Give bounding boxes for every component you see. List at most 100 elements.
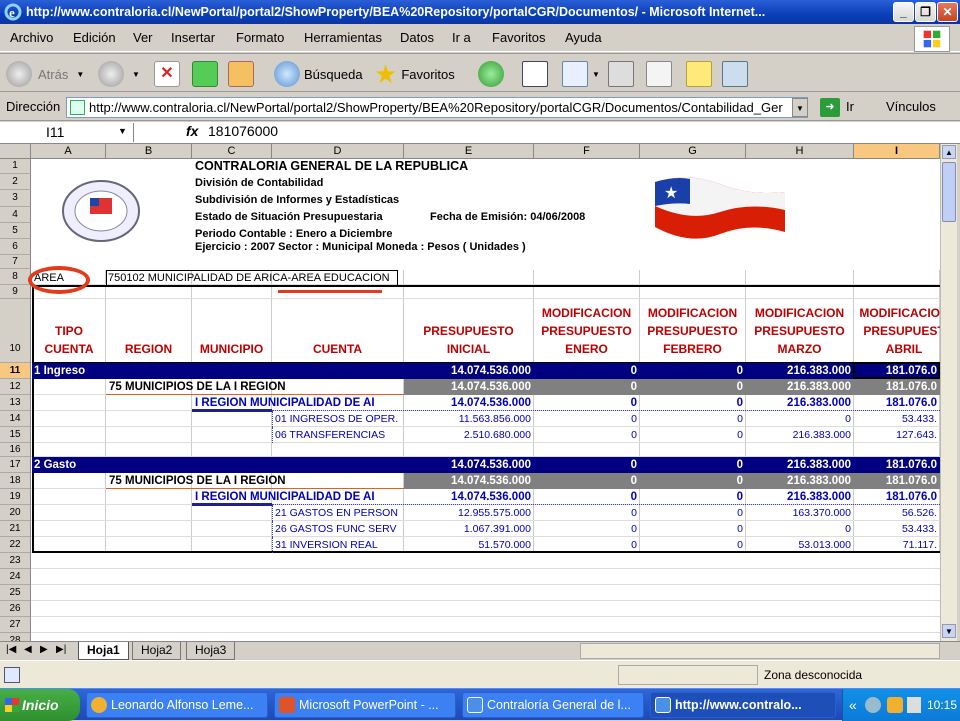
cell-d15[interactable]: 06 TRANSFERENCIAS	[272, 427, 404, 443]
cell-h15[interactable]: 216.383.000	[746, 427, 854, 443]
column-header-b[interactable]: B	[106, 144, 192, 159]
forward-button[interactable]: ▼	[98, 59, 140, 89]
cell-b12[interactable]: 75 MUNICIPIOS DE LA I REGION	[106, 379, 404, 395]
scroll-up-button[interactable]: ▲	[942, 145, 956, 159]
column-header-f[interactable]: F	[534, 144, 640, 159]
cell-h18[interactable]: 216.383.000	[746, 473, 854, 489]
row-header-7[interactable]: 7	[0, 255, 31, 269]
cell-g18[interactable]: 0	[640, 473, 746, 489]
cell-e15[interactable]: 2.510.680.000	[404, 427, 534, 443]
cell-d14[interactable]: 01 INGRESOS DE OPER.	[272, 411, 404, 427]
horizontal-scrollbar[interactable]	[580, 643, 940, 659]
cell-h12[interactable]: 216.383.000	[746, 379, 854, 395]
home-button[interactable]	[228, 59, 254, 89]
cell-e14[interactable]: 11.563.856.000	[404, 411, 534, 427]
row-header-11[interactable]: 11	[0, 363, 31, 379]
scroll-thumb[interactable]	[942, 162, 956, 222]
task-leonardo[interactable]: Leonardo Alfonso Leme...	[86, 692, 268, 718]
discuss-button[interactable]	[686, 59, 712, 89]
go-button[interactable]: Ir	[846, 99, 854, 114]
menu-herramientas[interactable]: Herramientas	[304, 30, 382, 45]
row-header-15[interactable]: 15	[0, 427, 31, 443]
cell-i14[interactable]: 53.433.	[854, 411, 940, 427]
cell-f11[interactable]: 0	[534, 363, 640, 379]
column-header-a[interactable]: A	[31, 144, 106, 159]
tray-expand-icon[interactable]: «	[849, 689, 857, 721]
edit-button[interactable]	[646, 59, 672, 89]
cell-i13[interactable]: 181.076.0	[854, 395, 940, 411]
cell-e13[interactable]: 14.074.536.000	[404, 395, 534, 411]
row-header-27[interactable]: 27	[0, 617, 31, 633]
first-sheet-icon[interactable]: |◀	[6, 644, 16, 655]
cell-f20[interactable]: 0	[534, 505, 640, 521]
row-header-8[interactable]: 8	[0, 269, 31, 285]
cell-e12[interactable]: 14.074.536.000	[404, 379, 534, 395]
cell-h11[interactable]: 216.383.000	[746, 363, 854, 379]
last-sheet-icon[interactable]: ▶|	[56, 644, 66, 655]
cell-i20[interactable]: 56.526.	[854, 505, 940, 521]
menu-formato[interactable]: Formato	[236, 30, 284, 45]
print-button[interactable]	[608, 59, 634, 89]
cell-g14[interactable]: 0	[640, 411, 746, 427]
row-header-23[interactable]: 23	[0, 553, 31, 569]
cell-g15[interactable]: 0	[640, 427, 746, 443]
cell-c13[interactable]: I REGION MUNICIPALIDAD DE AI	[192, 395, 404, 411]
task-powerpoint[interactable]: Microsoft PowerPoint - ...	[274, 692, 456, 718]
row-header-10[interactable]: 10	[0, 299, 31, 363]
row-header-5[interactable]: 5	[0, 223, 31, 239]
menu-ver[interactable]: Ver	[133, 30, 153, 45]
row-header-17[interactable]: 17	[0, 457, 31, 473]
cell-g21[interactable]: 0	[640, 521, 746, 537]
spreadsheet-grid[interactable]: ABCDEFGHI 1 2 3 4 5 6 7 8 9 10 11 12 13 14 15 16 17 18 19 2…	[0, 144, 940, 641]
cell-e18[interactable]: 14.074.536.000	[404, 473, 534, 489]
cell-d21[interactable]: 26 GASTOS FUNC SERV	[272, 521, 404, 537]
refresh-button[interactable]	[192, 59, 218, 89]
column-header-g[interactable]: G	[640, 144, 746, 159]
cell-f21[interactable]: 0	[534, 521, 640, 537]
cell-f19[interactable]: 0	[534, 489, 640, 505]
cell-h19[interactable]: 216.383.000	[746, 489, 854, 505]
task-ie-active[interactable]: http://www.contralo...	[650, 692, 836, 718]
address-dropdown-button[interactable]: ▼	[792, 98, 808, 117]
column-header-e[interactable]: E	[404, 144, 534, 159]
row-header-16[interactable]: 16	[0, 443, 31, 457]
tray-messenger-icon[interactable]	[887, 697, 903, 713]
formula-input[interactable]: 181076000	[208, 123, 278, 139]
search-button[interactable]: Búsqueda	[274, 59, 363, 89]
research-button[interactable]	[522, 59, 548, 89]
row-header-21[interactable]: 21	[0, 521, 31, 537]
row-header-2[interactable]: 2	[0, 174, 31, 190]
cell-i15[interactable]: 127.643.	[854, 427, 940, 443]
cell-i22[interactable]: 71.117.	[854, 537, 940, 553]
row-header-25[interactable]: 25	[0, 585, 31, 601]
cell-g13[interactable]: 0	[640, 395, 746, 411]
row-header-12[interactable]: 12	[0, 379, 31, 395]
start-button[interactable]: Inicio	[0, 689, 80, 721]
row-header-22[interactable]: 22	[0, 537, 31, 553]
column-header-i[interactable]: I	[854, 144, 940, 159]
menu-datos[interactable]: Datos	[400, 30, 434, 45]
cell-c19[interactable]: I REGION MUNICIPALIDAD DE AI	[192, 489, 404, 505]
tray-network-icon[interactable]	[865, 697, 881, 713]
row-header-1[interactable]: 1	[0, 159, 31, 174]
select-all-corner[interactable]	[0, 144, 31, 159]
close-button[interactable]: ✕	[937, 2, 958, 22]
cell-a11[interactable]: 1 Ingreso	[31, 363, 191, 379]
cell-h22[interactable]: 53.013.000	[746, 537, 854, 553]
title-bar[interactable]: e http://www.contraloria.cl/NewPortal/po…	[0, 0, 960, 24]
cell-d22[interactable]: 31 INVERSION REAL	[272, 537, 404, 553]
column-header-c[interactable]: C	[192, 144, 272, 159]
cell-e21[interactable]: 1.067.391.000	[404, 521, 534, 537]
row-header-3[interactable]: 3	[0, 190, 31, 207]
cell-g11[interactable]: 0	[640, 363, 746, 379]
row-header-18[interactable]: 18	[0, 473, 31, 489]
sheet-tab-hoja1[interactable]: Hoja1	[78, 642, 129, 660]
menu-ayuda[interactable]: Ayuda	[565, 30, 602, 45]
sheet-tab-hoja3[interactable]: Hoja3	[186, 642, 236, 660]
row-header-4[interactable]: 4	[0, 207, 31, 223]
cell-g12[interactable]: 0	[640, 379, 746, 395]
next-sheet-icon[interactable]: ▶	[40, 644, 48, 655]
cell-d20[interactable]: 21 GASTOS EN PERSON	[272, 505, 404, 521]
row-header-13[interactable]: 13	[0, 395, 31, 411]
cell-i18[interactable]: 181.076.0	[854, 473, 940, 489]
